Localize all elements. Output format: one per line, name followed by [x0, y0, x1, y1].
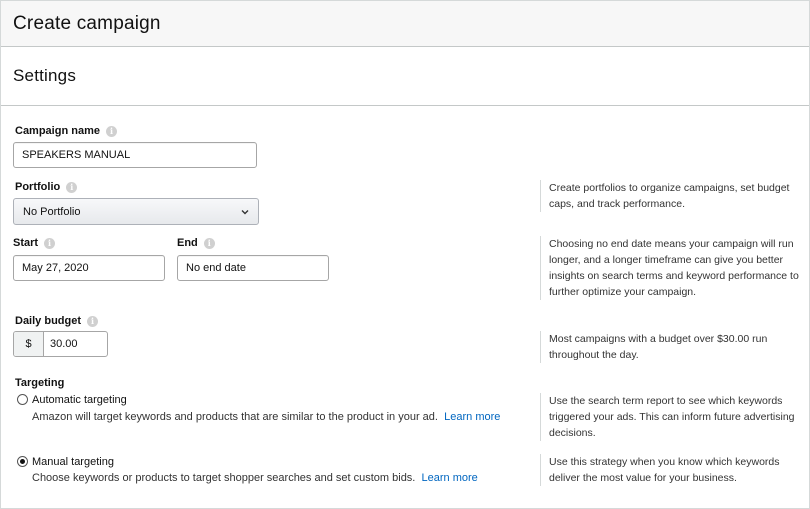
end-label-text: End [177, 237, 198, 249]
dates-help: Choosing no end date means your campaign… [540, 236, 802, 300]
portfolio-label: Portfolio i [15, 181, 78, 193]
settings-title: Settings [13, 66, 77, 85]
targeting-label-text: Targeting [15, 377, 65, 389]
start-label: Start i [13, 237, 56, 249]
start-date-value: May 27, 2020 [22, 262, 89, 274]
daily-budget-value[interactable]: 30.00 [44, 332, 107, 356]
automatic-targeting-help: Use the search term report to see which … [540, 393, 802, 441]
daily-budget-label: Daily budget i [15, 315, 99, 327]
automatic-targeting-description: Amazon will target keywords and products… [32, 409, 512, 426]
targeting-label: Targeting [15, 377, 64, 389]
automatic-targeting-desc-text: Amazon will target keywords and products… [32, 411, 438, 423]
portfolio-help: Create portfolios to organize campaigns,… [540, 180, 802, 212]
page-title: Create campaign [13, 13, 161, 34]
manual-targeting-desc-text: Choose keywords or products to target sh… [32, 472, 416, 484]
start-label-text: Start [13, 237, 39, 249]
chevron-down-icon [241, 210, 249, 215]
manual-targeting-title[interactable]: Manual targeting [32, 456, 114, 468]
portfolio-value: No Portfolio [23, 205, 81, 218]
campaign-name-label: Campaign name i [15, 125, 117, 137]
manual-learn-more-link[interactable]: Learn more [422, 472, 478, 484]
info-icon[interactable]: i [203, 237, 215, 249]
start-date-input[interactable]: May 27, 2020 [13, 255, 165, 281]
portfolio-select[interactable]: No Portfolio [13, 198, 259, 225]
manual-targeting-radio[interactable] [17, 456, 28, 467]
automatic-targeting-title[interactable]: Automatic targeting [32, 394, 127, 406]
learn-link-part1[interactable]: Learn [444, 411, 472, 423]
manual-targeting-help: Use this strategy when you know which ke… [540, 454, 802, 486]
info-icon[interactable]: i [66, 181, 78, 193]
info-icon[interactable]: i [44, 237, 56, 249]
daily-budget-help: Most campaigns with a budget over $30.00… [540, 331, 802, 363]
daily-budget-label-text: Daily budget [15, 315, 82, 327]
settings-section-header: Settings [1, 47, 809, 106]
manual-targeting-description: Choose keywords or products to target sh… [32, 470, 532, 487]
automatic-targeting-radio[interactable] [17, 394, 28, 405]
page-header: Create campaign [1, 1, 809, 47]
info-icon[interactable]: i [105, 125, 117, 137]
info-icon[interactable]: i [87, 315, 99, 327]
automatic-learn-more-link[interactable]: Learn more [444, 411, 500, 423]
end-date-value: No end date [186, 262, 246, 274]
campaign-name-label-text: Campaign name [15, 125, 100, 137]
campaign-name-input[interactable]: SPEAKERS MANUAL [13, 142, 257, 168]
end-date-input[interactable]: No end date [177, 255, 329, 281]
currency-prefix: $ [14, 332, 44, 356]
end-label: End i [177, 237, 215, 249]
portfolio-label-text: Portfolio [15, 181, 61, 193]
learn-link-part2[interactable]: more [475, 411, 500, 423]
daily-budget-input[interactable]: $ 30.00 [13, 331, 108, 357]
campaign-name-value: SPEAKERS MANUAL [22, 149, 131, 161]
